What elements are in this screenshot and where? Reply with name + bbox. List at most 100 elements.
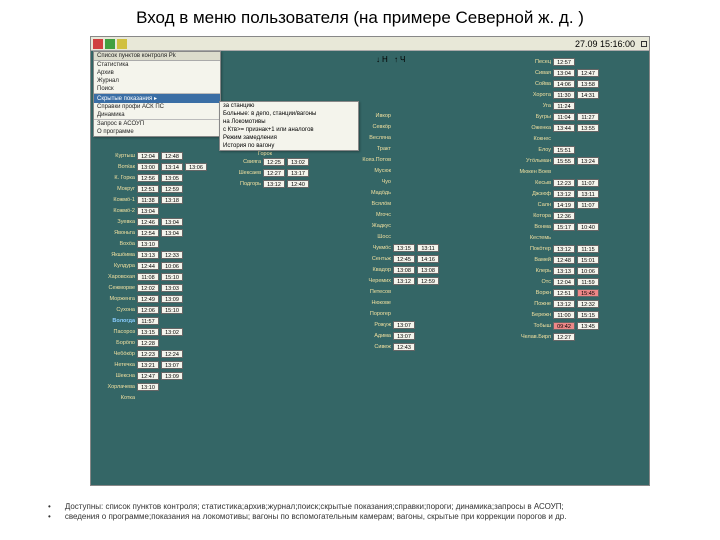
time-value[interactable]: 12:25 — [263, 158, 285, 166]
time-value[interactable]: 12:23 — [137, 350, 159, 358]
menu-item[interactable]: Скрытые показания ▸ — [94, 94, 220, 103]
menu-item[interactable]: Динамика — [94, 111, 220, 119]
time-value[interactable]: 13:04 — [161, 229, 183, 237]
time-value[interactable]: 13:07 — [161, 361, 183, 369]
menu-item[interactable]: О программе — [94, 128, 220, 136]
time-value[interactable]: 15:45 — [577, 289, 599, 297]
time-value[interactable]: 13:10 — [137, 383, 159, 391]
submenu-item[interactable]: Больные: в депо, станции/вагоны — [220, 110, 358, 118]
time-value[interactable]: 13:13 — [553, 267, 575, 275]
time-value[interactable]: 13:02 — [161, 328, 183, 336]
time-value[interactable]: 12:04 — [553, 278, 575, 286]
time-value[interactable]: 14:19 — [553, 201, 575, 209]
time-value[interactable]: 13:12 — [263, 180, 285, 188]
time-value[interactable]: 13:04 — [553, 69, 575, 77]
time-value[interactable]: 12:44 — [137, 262, 159, 270]
menu-item[interactable]: Запрос в АСОУП — [94, 120, 220, 128]
time-value[interactable]: 13:55 — [577, 124, 599, 132]
time-value[interactable]: 13:05 — [161, 174, 183, 182]
time-value[interactable]: 12:27 — [263, 169, 285, 177]
context-menu[interactable]: Список пунктов контроля Pk СтатистикаАрх… — [93, 51, 221, 137]
time-value[interactable]: 12:23 — [553, 179, 575, 187]
context-submenu[interactable]: за станциюБольные: в депо, станции/вагон… — [219, 101, 359, 151]
time-value[interactable]: 15:55 — [553, 157, 575, 165]
time-value[interactable]: 12:45 — [393, 255, 415, 263]
time-value[interactable]: 14:31 — [577, 91, 599, 99]
time-value[interactable]: 15:01 — [577, 256, 599, 264]
menu-item[interactable]: Статистика — [94, 61, 220, 69]
menu-item[interactable]: Архив — [94, 69, 220, 77]
submenu-item[interactable]: на Локомотивы — [220, 118, 358, 126]
time-value[interactable]: 13:58 — [577, 80, 599, 88]
time-value[interactable]: 13:09 — [161, 295, 183, 303]
time-value[interactable]: 13:14 — [161, 163, 183, 171]
time-value[interactable]: 12:51 — [137, 185, 159, 193]
time-value[interactable]: 13:04 — [161, 218, 183, 226]
time-value[interactable]: 11:04 — [553, 113, 575, 121]
submenu-item[interactable]: с Ктв>= признак+1 или аналогов — [220, 126, 358, 134]
time-value[interactable]: 11:08 — [137, 273, 159, 281]
time-value[interactable]: 13:03 — [161, 284, 183, 292]
time-value[interactable]: 12:04 — [137, 152, 159, 160]
time-value[interactable]: 12:46 — [137, 218, 159, 226]
time-value[interactable]: 15:15 — [577, 311, 599, 319]
time-value[interactable]: 11:59 — [577, 278, 599, 286]
time-value[interactable]: 11:15 — [577, 245, 599, 253]
time-value[interactable]: 13:15 — [393, 244, 415, 252]
time-value[interactable]: 12:24 — [161, 350, 183, 358]
time-value[interactable]: 13:12 — [553, 245, 575, 253]
time-value[interactable]: 12:51 — [553, 289, 575, 297]
time-value[interactable]: 13:10 — [137, 240, 159, 248]
time-value[interactable]: 11:24 — [553, 102, 575, 110]
time-value[interactable]: 12:06 — [137, 306, 159, 314]
time-value[interactable]: 12:33 — [161, 251, 183, 259]
time-value[interactable]: 14:16 — [417, 255, 439, 263]
menu-item[interactable]: Журнал — [94, 77, 220, 85]
time-value[interactable]: 12:56 — [137, 174, 159, 182]
time-value[interactable]: 12:59 — [417, 277, 439, 285]
time-value[interactable]: 12:49 — [137, 295, 159, 303]
time-value[interactable]: 12:54 — [137, 229, 159, 237]
time-value[interactable]: 12:57 — [553, 58, 575, 66]
time-value[interactable]: 13:17 — [287, 169, 309, 177]
time-value[interactable]: 13:11 — [577, 190, 599, 198]
time-value[interactable]: 12:02 — [137, 284, 159, 292]
menu-item[interactable]: Поиск — [94, 85, 220, 93]
time-value[interactable]: 13:06 — [185, 163, 207, 171]
submenu-item[interactable]: за станцию — [220, 102, 358, 110]
time-value[interactable]: 13:08 — [417, 266, 439, 274]
time-value[interactable]: 11:07 — [577, 201, 599, 209]
time-value[interactable]: 13:07 — [393, 332, 415, 340]
time-value[interactable]: 13:12 — [553, 300, 575, 308]
time-value[interactable]: 10:06 — [161, 262, 183, 270]
time-value[interactable]: 13:04 — [137, 207, 159, 215]
time-value[interactable]: 13:21 — [137, 361, 159, 369]
time-value[interactable]: 12:48 — [553, 256, 575, 264]
time-value[interactable]: 15:51 — [553, 146, 575, 154]
time-value[interactable]: 11:00 — [553, 311, 575, 319]
time-value[interactable]: 13:13 — [137, 251, 159, 259]
time-value[interactable]: 13:45 — [577, 322, 599, 330]
time-value[interactable]: 12:27 — [553, 333, 575, 341]
time-value[interactable]: 13:08 — [393, 266, 415, 274]
submenu-item[interactable]: Режим замедления — [220, 134, 358, 142]
time-value[interactable]: 13:18 — [161, 196, 183, 204]
time-value[interactable]: 11:27 — [577, 113, 599, 121]
tb-icon-1[interactable] — [93, 39, 103, 49]
time-value[interactable]: 12:32 — [577, 300, 599, 308]
time-value[interactable]: 12:40 — [287, 180, 309, 188]
time-value[interactable]: 13:02 — [287, 158, 309, 166]
time-value[interactable]: 11:30 — [553, 91, 575, 99]
time-value[interactable]: 12:43 — [393, 343, 415, 351]
time-value[interactable]: 12:36 — [553, 212, 575, 220]
time-value[interactable]: 13:44 — [553, 124, 575, 132]
time-value[interactable]: 13:00 — [137, 163, 159, 171]
tb-icon-2[interactable] — [105, 39, 115, 49]
time-value[interactable]: 12:47 — [577, 69, 599, 77]
time-value[interactable]: 15:10 — [161, 273, 183, 281]
time-value[interactable]: 11:38 — [137, 196, 159, 204]
time-value[interactable]: 13:12 — [393, 277, 415, 285]
time-value[interactable]: 11:07 — [577, 179, 599, 187]
time-value[interactable]: 13:15 — [137, 328, 159, 336]
time-value[interactable]: 15:10 — [161, 306, 183, 314]
